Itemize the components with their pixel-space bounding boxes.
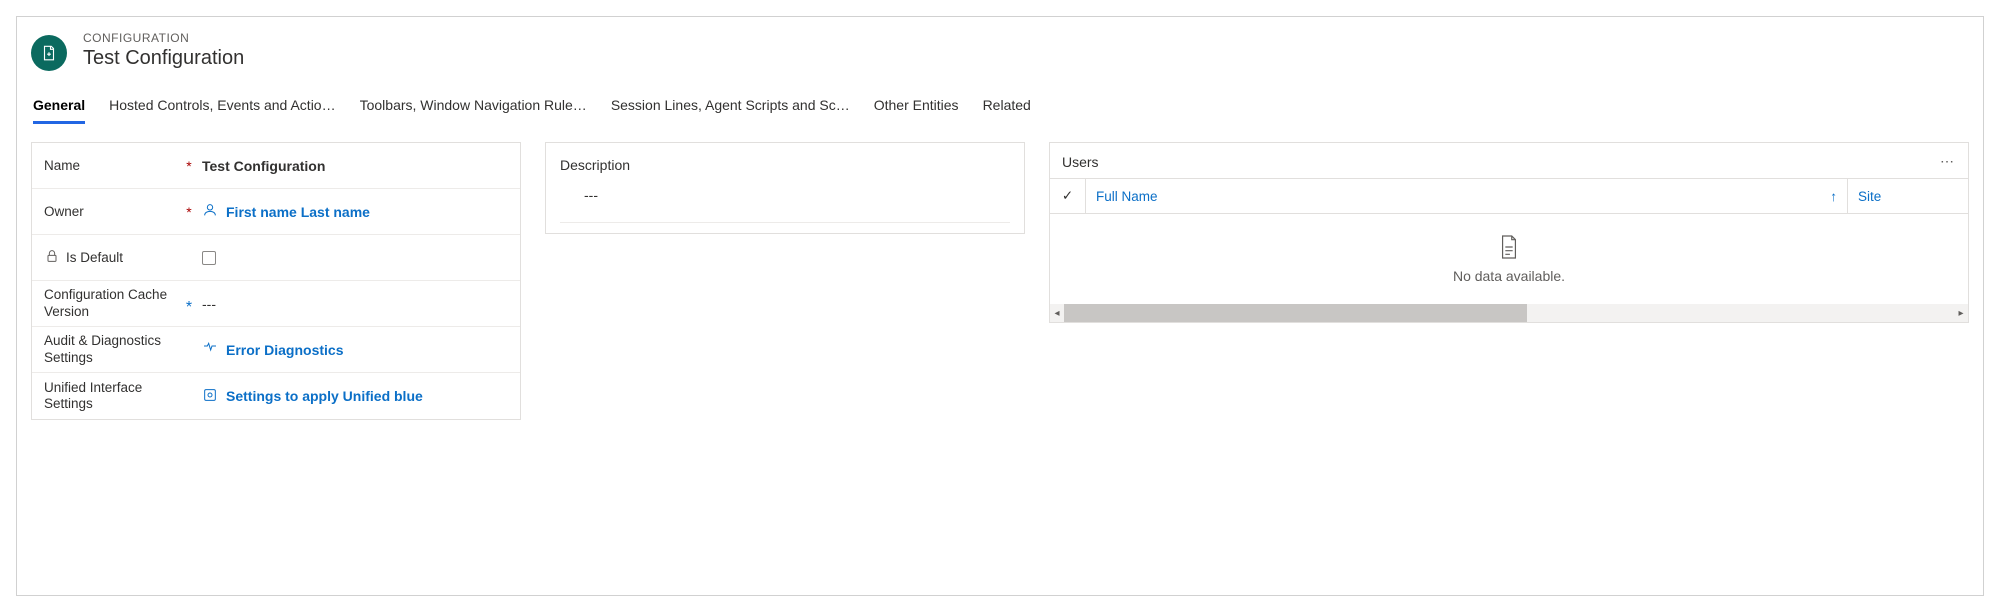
settings-icon [202, 387, 218, 406]
check-icon: ✓ [1062, 188, 1073, 204]
form-section: Name * Test Configuration Owner * First … [31, 142, 521, 420]
column-header-site[interactable]: Site [1848, 179, 1968, 213]
users-grid-header: ✓ Full Name ↑ Site [1050, 178, 1968, 214]
unified-value[interactable]: Settings to apply Unified blue [194, 387, 508, 406]
lock-icon [44, 248, 60, 267]
horizontal-scrollbar[interactable]: ◂ ▸ [1050, 304, 1968, 322]
unified-label: Unified Interface Settings [44, 380, 184, 412]
field-owner[interactable]: Owner * First name Last name [32, 189, 520, 235]
owner-label: Owner [44, 204, 84, 219]
page-header: CONFIGURATION Test Configuration [31, 31, 1969, 71]
audit-label: Audit & Diagnostics Settings [44, 333, 184, 365]
description-value[interactable]: --- [560, 185, 1010, 223]
person-icon [202, 202, 218, 221]
field-is-default: Is Default [32, 235, 520, 281]
document-icon [1498, 234, 1520, 260]
scroll-right-button[interactable]: ▸ [1954, 308, 1968, 319]
is-default-value [194, 251, 508, 265]
tab-other-entities[interactable]: Other Entities [874, 91, 959, 124]
tab-related[interactable]: Related [983, 91, 1031, 124]
empty-message: No data available. [1453, 268, 1565, 284]
diagnostics-icon [202, 340, 218, 359]
tab-session-lines[interactable]: Session Lines, Agent Scripts and Sc… [611, 91, 850, 124]
name-label: Name [44, 158, 80, 173]
field-cache-version[interactable]: Configuration Cache Version * --- [32, 281, 520, 327]
audit-value[interactable]: Error Diagnostics [194, 340, 508, 359]
tab-bar: General Hosted Controls, Events and Acti… [31, 91, 1969, 124]
users-section: Users ⋯ ✓ Full Name ↑ Site [1049, 142, 1969, 323]
tab-general[interactable]: General [33, 91, 85, 124]
field-name[interactable]: Name * Test Configuration [32, 143, 520, 189]
checkbox-unchecked-icon [202, 251, 216, 265]
column-header-fullname[interactable]: Full Name ↑ [1086, 179, 1848, 213]
tab-hosted-controls[interactable]: Hosted Controls, Events and Actio… [109, 91, 335, 124]
required-indicator: * [184, 204, 194, 220]
owner-value[interactable]: First name Last name [194, 202, 508, 221]
scroll-left-button[interactable]: ◂ [1050, 308, 1064, 319]
users-title: Users [1062, 154, 1099, 170]
description-label: Description [560, 157, 1010, 173]
cache-value[interactable]: --- [194, 296, 508, 312]
page-title: Test Configuration [83, 47, 244, 70]
field-audit-settings[interactable]: Audit & Diagnostics Settings Error Diagn… [32, 327, 520, 373]
tab-toolbars[interactable]: Toolbars, Window Navigation Rule… [360, 91, 587, 124]
entity-icon [31, 35, 67, 71]
cache-label: Configuration Cache Version [44, 287, 184, 319]
field-unified-settings[interactable]: Unified Interface Settings Settings to a… [32, 373, 520, 419]
entity-type-label: CONFIGURATION [83, 31, 244, 45]
scroll-thumb[interactable] [1064, 304, 1527, 322]
is-default-label: Is Default [66, 250, 123, 265]
scroll-track[interactable] [1064, 304, 1954, 322]
required-indicator: * [184, 158, 194, 174]
description-section: Description --- [545, 142, 1025, 234]
more-options-button[interactable]: ⋯ [1940, 153, 1956, 170]
select-all-checkbox[interactable]: ✓ [1050, 179, 1086, 213]
sort-asc-icon: ↑ [1830, 189, 1837, 204]
name-value[interactable]: Test Configuration [194, 158, 508, 174]
users-grid-empty: No data available. [1050, 214, 1968, 304]
